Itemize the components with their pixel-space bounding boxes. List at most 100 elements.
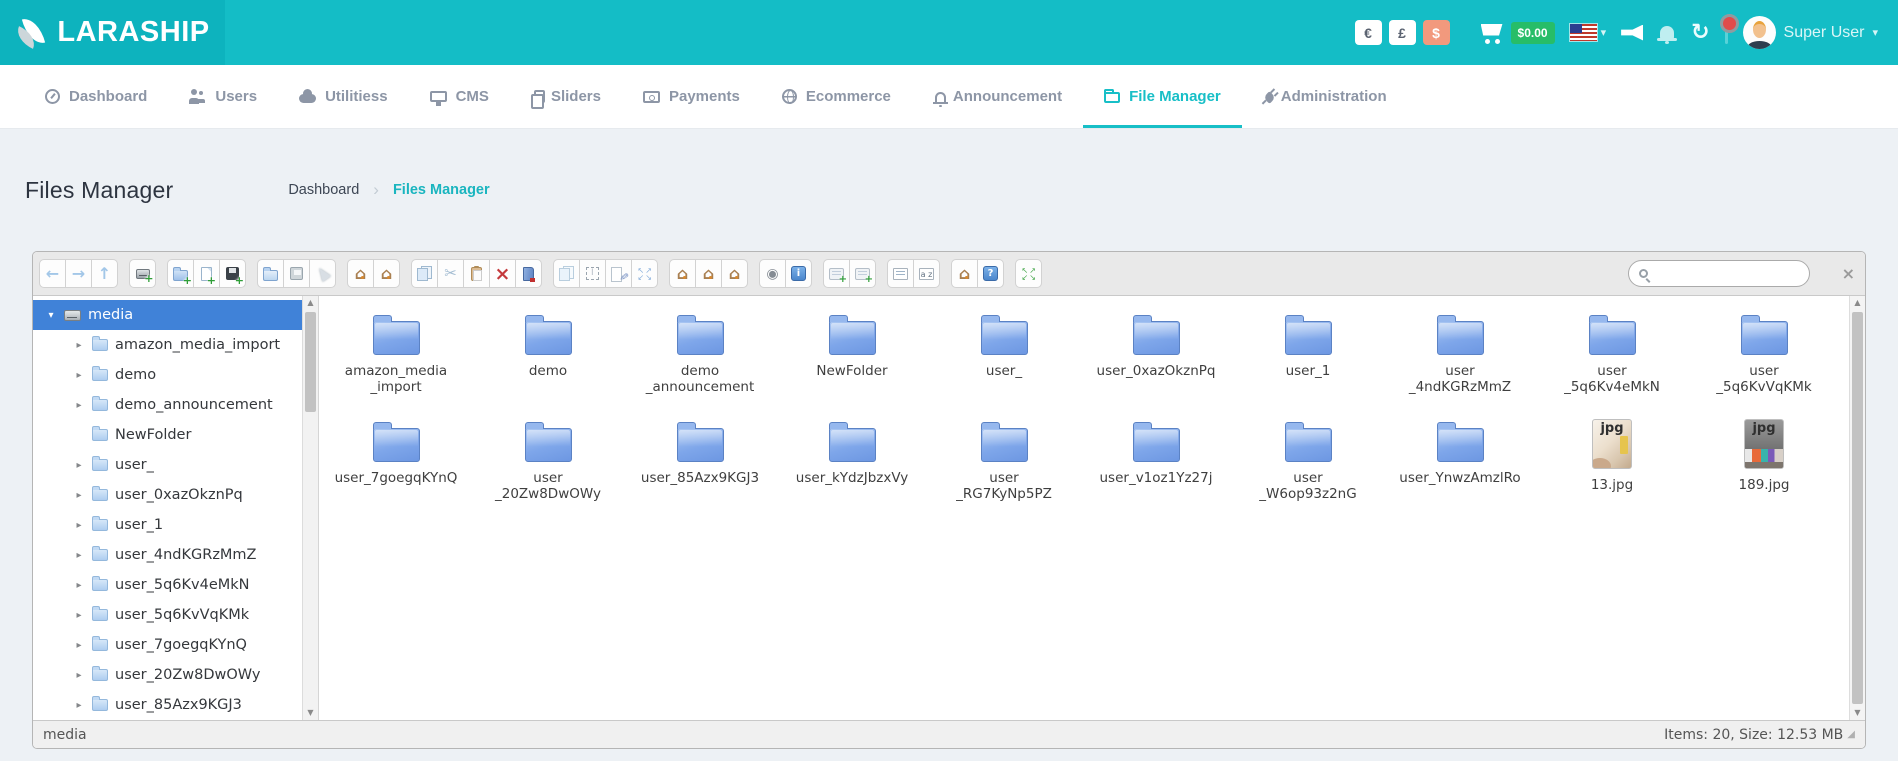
make-archive-button[interactable]: ⌂ bbox=[695, 259, 722, 288]
bell-icon[interactable] bbox=[1660, 26, 1674, 39]
expand-arrow-icon[interactable]: ▸ bbox=[73, 490, 85, 501]
expand-arrow-icon[interactable]: ▸ bbox=[73, 340, 85, 351]
file-demo[interactable]: demo bbox=[472, 312, 624, 419]
refresh-icon[interactable]: ↻ bbox=[1691, 23, 1709, 43]
file-user-w6op93z2ng[interactable]: user _W6op93z2nG bbox=[1232, 419, 1384, 526]
expand-arrow-icon[interactable]: ▸ bbox=[73, 400, 85, 411]
get-file-button[interactable] bbox=[309, 259, 336, 288]
expand-arrow-icon[interactable]: ▸ bbox=[73, 640, 85, 651]
file-user-rg7kynp5pz[interactable]: user _RG7KyNp5PZ bbox=[928, 419, 1080, 526]
file-demo-announcement[interactable]: demo _announcement bbox=[624, 312, 776, 419]
language-selector[interactable]: ▾ bbox=[1570, 24, 1607, 41]
nav-item-sliders[interactable]: Sliders bbox=[510, 65, 622, 128]
forward-button[interactable]: → bbox=[65, 259, 92, 288]
breadcrumb-dashboard[interactable]: Dashboard bbox=[288, 182, 359, 198]
up-button[interactable]: ↑ bbox=[91, 259, 118, 288]
upload-button[interactable] bbox=[219, 259, 246, 288]
tree-item-user-0xazokznpq[interactable]: ▸user_0xazOkznPq bbox=[33, 480, 302, 510]
expand-arrow-icon[interactable]: ▸ bbox=[73, 700, 85, 711]
rename-button[interactable] bbox=[605, 259, 632, 288]
main-scrollbar[interactable]: ▲ ▼ bbox=[1849, 296, 1865, 720]
expand-arrow-icon[interactable]: ▸ bbox=[73, 370, 85, 381]
file-189-jpg[interactable]: jpg189.jpg bbox=[1688, 419, 1840, 526]
tree-item-user-85azx9kgj3[interactable]: ▸user_85Azx9KGJ3 bbox=[33, 690, 302, 720]
back-button[interactable]: ← bbox=[39, 259, 66, 288]
main-scrollbar-thumb[interactable] bbox=[1852, 312, 1863, 704]
file-user-kydzjbzxvy[interactable]: user_kYdzJbzxVy bbox=[776, 419, 928, 526]
file-user-7goegqkynq[interactable]: user_7goegqKYnQ bbox=[320, 419, 472, 526]
cart-button[interactable]: $0.00 bbox=[1479, 22, 1555, 44]
user-menu[interactable]: Super User ▾ bbox=[1743, 16, 1878, 49]
help-button[interactable]: ? bbox=[977, 259, 1004, 288]
nav-item-cms[interactable]: CMS bbox=[409, 65, 510, 128]
tree-item-user-1[interactable]: ▸user_1 bbox=[33, 510, 302, 540]
file-user-85azx9kgj3[interactable]: user_85Azx9KGJ3 bbox=[624, 419, 776, 526]
close-icon[interactable]: × bbox=[1842, 266, 1855, 282]
paste-button[interactable] bbox=[463, 259, 490, 288]
file-13-jpg[interactable]: jpg13.jpg bbox=[1536, 419, 1688, 526]
nav-item-ecommerce[interactable]: Ecommerce bbox=[761, 65, 912, 128]
search-input[interactable] bbox=[1648, 266, 1799, 281]
tree-item-user-4ndkgrzmmz[interactable]: ▸user_4ndKGRzMmZ bbox=[33, 540, 302, 570]
resize-button[interactable] bbox=[631, 259, 658, 288]
sort-button[interactable] bbox=[913, 259, 940, 288]
megaphone-icon[interactable] bbox=[1621, 25, 1643, 41]
undo-button[interactable]: ⌂ bbox=[347, 259, 374, 288]
tree-item-media[interactable]: ▾media bbox=[33, 300, 302, 330]
tree-item-user-5q6kv4emkn[interactable]: ▸user_5q6Kv4eMkN bbox=[33, 570, 302, 600]
tree-item-user[interactable]: ▸user_ bbox=[33, 450, 302, 480]
fullscreen-button[interactable] bbox=[1015, 259, 1042, 288]
file-user-4ndkgrzmmz[interactable]: user _4ndKGRzMmZ bbox=[1384, 312, 1536, 419]
copy-button[interactable] bbox=[411, 259, 438, 288]
tree-item-user-20zw8dwowy[interactable]: ▸user_20Zw8DwOWy bbox=[33, 660, 302, 690]
tree-item-newfolder[interactable]: NewFolder bbox=[33, 420, 302, 450]
places-button[interactable] bbox=[823, 259, 850, 288]
tree-item-demo[interactable]: ▸demo bbox=[33, 360, 302, 390]
nav-item-administration[interactable]: Administration bbox=[1242, 65, 1408, 128]
file-user-v1oz1yz27j[interactable]: user_v1oz1Yz27j bbox=[1080, 419, 1232, 526]
file-newfolder[interactable]: NewFolder bbox=[776, 312, 928, 419]
file-user-5q6kvvqkmk[interactable]: user _5q6KvVqKMk bbox=[1688, 312, 1840, 419]
nav-item-file-manager[interactable]: File Manager bbox=[1083, 65, 1242, 128]
tree-item-user-7goegqkynq[interactable]: ▸user_7goegqKYnQ bbox=[33, 630, 302, 660]
collapse-arrow-icon[interactable]: ▾ bbox=[45, 310, 57, 321]
netmount-button[interactable] bbox=[129, 259, 156, 288]
info-button[interactable]: i bbox=[785, 259, 812, 288]
expand-arrow-icon[interactable]: ▸ bbox=[73, 610, 85, 621]
expand-arrow-icon[interactable]: ▸ bbox=[73, 670, 85, 681]
file-user-ynwzamzlro[interactable]: user_YnwzAmzlRo bbox=[1384, 419, 1536, 526]
nav-item-users[interactable]: Users bbox=[168, 65, 278, 128]
select-all-button[interactable] bbox=[579, 259, 606, 288]
file-user[interactable]: user_ bbox=[928, 312, 1080, 419]
tree-item-user-5q6kvvqkmk[interactable]: ▸user_5q6KvVqKMk bbox=[33, 600, 302, 630]
currency-eur-button[interactable]: € bbox=[1355, 20, 1382, 45]
tree-scrollbar-thumb[interactable] bbox=[305, 312, 316, 412]
nav-item-utilitiess[interactable]: Utilitiess bbox=[278, 65, 409, 128]
currency-gbp-button[interactable]: £ bbox=[1389, 20, 1416, 45]
expand-arrow-icon[interactable]: ▸ bbox=[73, 460, 85, 471]
expand-arrow-icon[interactable]: ▸ bbox=[73, 580, 85, 591]
view-list-button[interactable] bbox=[887, 259, 914, 288]
archive-button[interactable] bbox=[515, 259, 542, 288]
preview-button[interactable]: ◉ bbox=[759, 259, 786, 288]
file-user-1[interactable]: user_1 bbox=[1232, 312, 1384, 419]
tree-item-amazon-media-import[interactable]: ▸amazon_media_import bbox=[33, 330, 302, 360]
duplicate-button[interactable] bbox=[553, 259, 580, 288]
delete-button[interactable]: × bbox=[489, 259, 516, 288]
brand-logo[interactable]: LARASHIP bbox=[0, 0, 225, 65]
expand-arrow-icon[interactable]: ▸ bbox=[73, 550, 85, 561]
new-file-button[interactable] bbox=[193, 259, 220, 288]
scroll-down-icon[interactable]: ▼ bbox=[1850, 706, 1865, 720]
tree-item-demo-announcement[interactable]: ▸demo_announcement bbox=[33, 390, 302, 420]
nav-item-payments[interactable]: Payments bbox=[622, 65, 761, 128]
nav-item-announcement[interactable]: Announcement bbox=[912, 65, 1083, 128]
redo-button[interactable]: ⌂ bbox=[373, 259, 400, 288]
file-user-5q6kv4emkn[interactable]: user _5q6Kv4eMkN bbox=[1536, 312, 1688, 419]
tree-scrollbar[interactable]: ▲ ▼ bbox=[302, 296, 318, 720]
new-folder-button[interactable] bbox=[167, 259, 194, 288]
download-button[interactable] bbox=[283, 259, 310, 288]
root-home-button[interactable]: ⌂ bbox=[951, 259, 978, 288]
scroll-down-icon[interactable]: ▼ bbox=[303, 706, 318, 720]
scroll-up-icon[interactable]: ▲ bbox=[303, 296, 318, 310]
favorites-button[interactable] bbox=[849, 259, 876, 288]
